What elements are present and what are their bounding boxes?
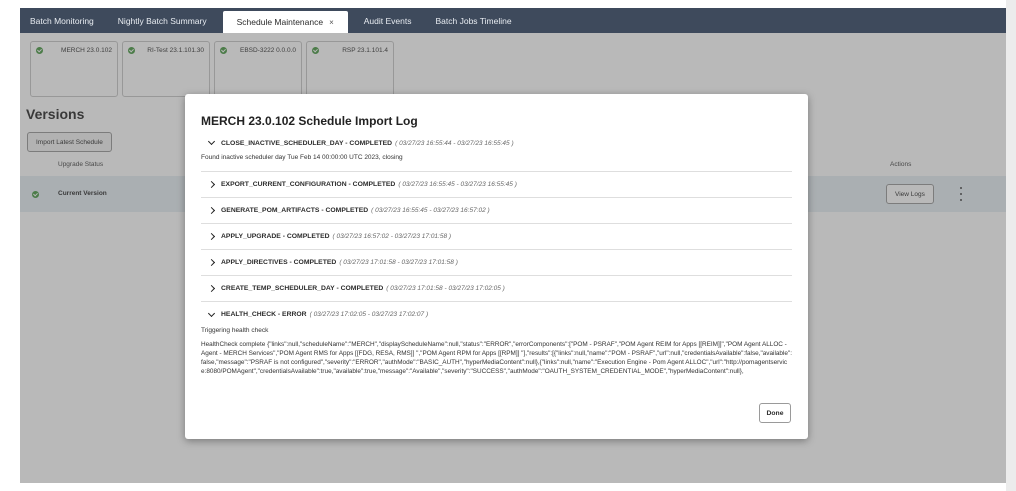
done-button[interactable]: Done (759, 403, 791, 423)
log-step: CLOSE_INACTIVE_SCHEDULER_DAY - COMPLETED… (201, 132, 792, 172)
step-name: CREATE_TEMP_SCHEDULER_DAY - COMPLETED (221, 285, 384, 292)
log-step-header[interactable]: CLOSE_INACTIVE_SCHEDULER_DAY - COMPLETED… (201, 132, 792, 154)
tab-bar: Batch Monitoring Nightly Batch Summary S… (20, 8, 1006, 33)
step-time: ( 03/27/23 17:02:05 - 03/27/23 17:02:07 … (309, 311, 429, 318)
tab-label: Nightly Batch Summary (117, 15, 207, 26)
log-step: CREATE_TEMP_SCHEDULER_DAY - COMPLETED ( … (201, 276, 792, 302)
chevron-right-icon (207, 233, 221, 241)
log-step-header[interactable]: EXPORT_CURRENT_CONFIGURATION - COMPLETED… (201, 172, 792, 197)
log-step: EXPORT_CURRENT_CONFIGURATION - COMPLETED… (201, 172, 792, 198)
log-step-header[interactable]: CREATE_TEMP_SCHEDULER_DAY - COMPLETED ( … (201, 276, 792, 301)
step-name: APPLY_DIRECTIVES - COMPLETED (221, 259, 337, 266)
tab-batch-monitoring[interactable]: Batch Monitoring (20, 8, 106, 33)
log-step: HEALTH_CHECK - ERROR ( 03/27/23 17:02:05… (201, 302, 792, 376)
step-time: ( 03/27/23 17:01:58 - 03/27/23 17:01:58 … (339, 259, 458, 266)
tab-label: Batch Monitoring (30, 15, 94, 26)
tab-nightly-batch-summary[interactable]: Nightly Batch Summary (106, 8, 219, 33)
step-time: ( 03/27/23 17:01:58 - 03/27/23 17:02:05 … (386, 285, 505, 292)
dialog-title: MERCH 23.0.102 Schedule Import Log (201, 114, 418, 128)
log-step: APPLY_UPGRADE - COMPLETED ( 03/27/23 16:… (201, 224, 792, 250)
step-time: ( 03/27/23 16:55:45 - 03/27/23 16:55:45 … (398, 181, 517, 188)
step-time: ( 03/27/23 16:55:44 - 03/27/23 16:55:45 … (395, 139, 514, 147)
step-time: ( 03/27/23 16:55:45 - 03/27/23 16:57:02 … (371, 207, 490, 214)
chevron-right-icon (207, 259, 221, 267)
chevron-down-icon (207, 311, 221, 319)
import-log-list: CLOSE_INACTIVE_SCHEDULER_DAY - COMPLETED… (201, 132, 792, 396)
chevron-down-icon (207, 139, 221, 147)
step-detail: Found inactive scheduler day Tue Feb 14 … (201, 154, 403, 161)
chevron-right-icon (207, 181, 221, 189)
log-step: APPLY_DIRECTIVES - COMPLETED ( 03/27/23 … (201, 250, 792, 276)
step-detail: Triggering health check (201, 327, 269, 334)
schedule-import-log-dialog: MERCH 23.0.102 Schedule Import Log CLOSE… (185, 94, 808, 439)
tab-audit-events[interactable]: Audit Events (352, 8, 424, 33)
tab-label: Audit Events (363, 15, 412, 26)
tab-label: Batch Jobs Timeline (435, 15, 512, 26)
step-name: CLOSE_INACTIVE_SCHEDULER_DAY - COMPLETED (221, 139, 393, 147)
step-time: ( 03/27/23 16:57:02 - 03/27/23 17:01:58 … (332, 233, 452, 240)
log-step-header[interactable]: HEALTH_CHECK - ERROR ( 03/27/23 17:02:05… (201, 302, 792, 327)
log-step-header[interactable]: APPLY_DIRECTIVES - COMPLETED ( 03/27/23 … (201, 250, 792, 275)
step-name: APPLY_UPGRADE - COMPLETED (221, 233, 330, 240)
tab-batch-jobs-timeline[interactable]: Batch Jobs Timeline (424, 8, 524, 33)
step-name: HEALTH_CHECK - ERROR (221, 311, 307, 318)
step-name: GENERATE_POM_ARTIFACTS - COMPLETED (221, 207, 369, 214)
window-edge (1006, 0, 1016, 491)
tab-schedule-maintenance[interactable]: Schedule Maintenance × (222, 11, 348, 33)
health-check-output: HealthCheck complete {"links":null,"sche… (201, 341, 792, 375)
tab-label: Schedule Maintenance (236, 17, 324, 27)
step-name: EXPORT_CURRENT_CONFIGURATION - COMPLETED (221, 181, 396, 188)
log-step-header[interactable]: GENERATE_POM_ARTIFACTS - COMPLETED ( 03/… (201, 198, 792, 223)
log-step-header[interactable]: APPLY_UPGRADE - COMPLETED ( 03/27/23 16:… (201, 224, 792, 249)
chevron-right-icon (207, 207, 221, 215)
chevron-right-icon (207, 285, 221, 293)
log-step: GENERATE_POM_ARTIFACTS - COMPLETED ( 03/… (201, 198, 792, 224)
close-icon[interactable]: × (329, 18, 334, 27)
